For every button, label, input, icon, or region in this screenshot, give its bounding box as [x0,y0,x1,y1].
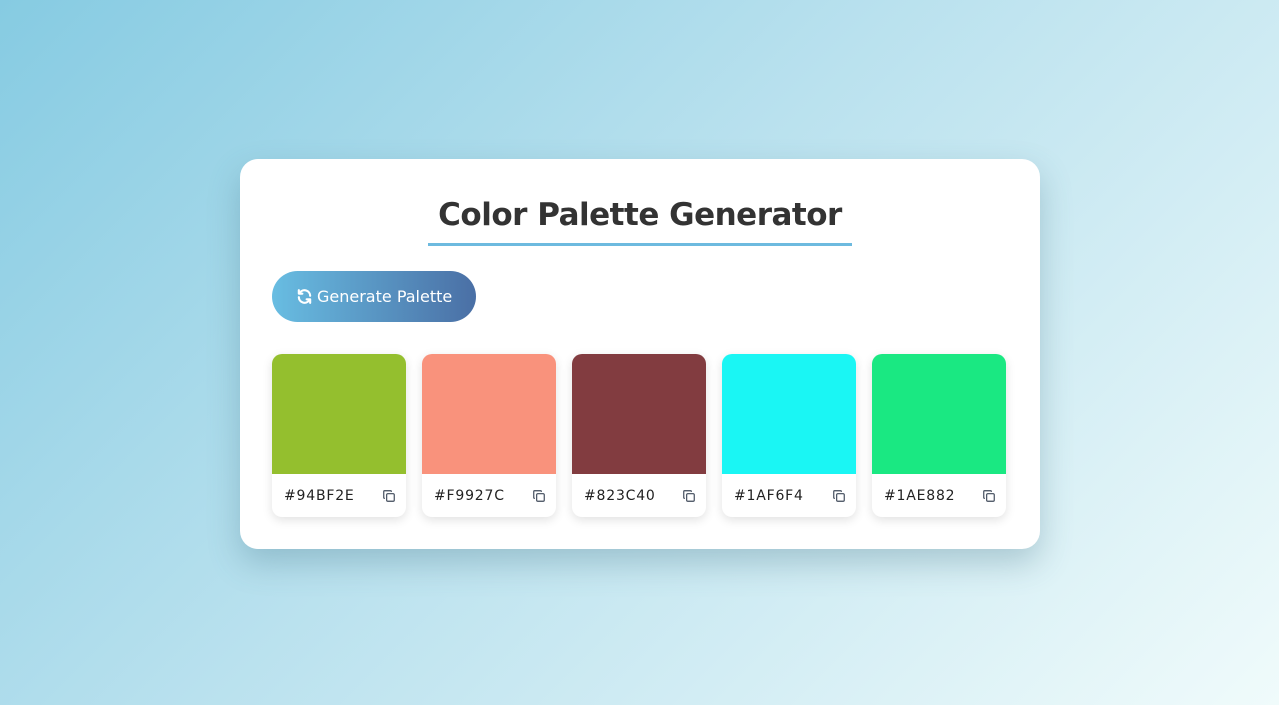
swatch-footer: #1AF6F4 [722,474,856,517]
swatch-color[interactable] [422,354,556,474]
swatch[interactable]: #1AF6F4 [722,354,856,517]
generate-palette-label: Generate Palette [317,287,453,306]
copy-icon [382,489,396,503]
swatch-footer: #1AE882 [872,474,1006,517]
copy-icon [532,489,546,503]
refresh-icon [296,288,313,305]
swatch-footer: #94BF2E [272,474,406,517]
swatch[interactable]: #F9927C [422,354,556,517]
swatch[interactable]: #1AE882 [872,354,1006,517]
palette-card: Color Palette Generator Generate Palette… [240,159,1040,549]
swatch[interactable]: #94BF2E [272,354,406,517]
copy-button[interactable] [682,489,696,503]
copy-button[interactable] [532,489,546,503]
page-title: Color Palette Generator [428,195,852,246]
swatch-list: #94BF2E #F9927C #823C40 #1AF6F4 #1AE882 [272,354,1008,517]
copy-icon [682,489,696,503]
hex-code: #1AE882 [884,487,956,504]
swatch-footer: #F9927C [422,474,556,517]
swatch-color[interactable] [872,354,1006,474]
copy-button[interactable] [382,489,396,503]
hex-code: #94BF2E [284,487,355,504]
copy-icon [832,489,846,503]
generate-palette-button[interactable]: Generate Palette [272,271,477,322]
hex-code: #823C40 [584,487,656,504]
hex-code: #F9927C [434,487,505,504]
swatch-footer: #823C40 [572,474,706,517]
swatch-color[interactable] [572,354,706,474]
copy-button[interactable] [832,489,846,503]
copy-icon [982,489,996,503]
swatch-color[interactable] [272,354,406,474]
copy-button[interactable] [982,489,996,503]
title-wrap: Color Palette Generator [272,195,1008,247]
swatch[interactable]: #823C40 [572,354,706,517]
swatch-color[interactable] [722,354,856,474]
hex-code: #1AF6F4 [734,487,804,504]
